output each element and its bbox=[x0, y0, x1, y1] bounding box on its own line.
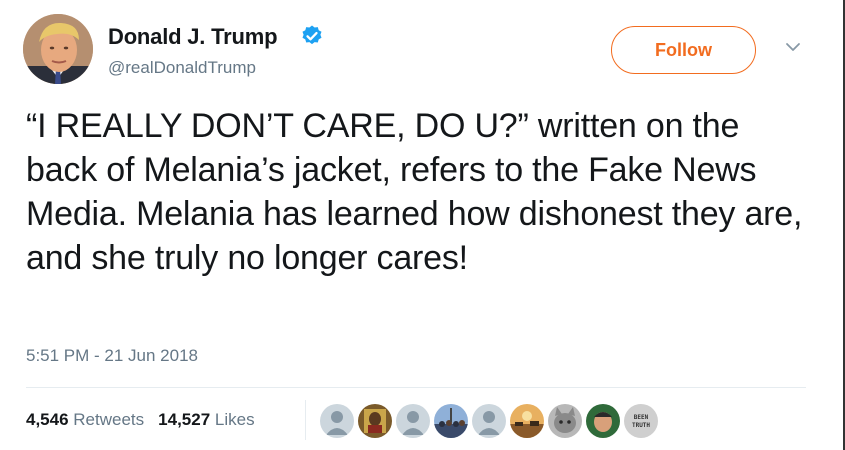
likes-label: Likes bbox=[214, 410, 255, 429]
default-avatar-icon bbox=[396, 404, 430, 438]
face-avatar-icon bbox=[586, 404, 620, 438]
follow-button[interactable]: Follow bbox=[611, 26, 756, 74]
author-display-name[interactable]: Donald J. Trump bbox=[108, 24, 278, 50]
liker-avatar[interactable] bbox=[546, 402, 584, 440]
verified-badge-icon bbox=[302, 25, 322, 45]
likes-stat[interactable]: 14,527 Likes bbox=[158, 410, 254, 429]
liker-avatar[interactable] bbox=[584, 402, 622, 440]
default-avatar-icon bbox=[472, 404, 506, 438]
stats-divider bbox=[26, 387, 806, 388]
text-avatar-line-1: BEEN bbox=[634, 414, 649, 421]
liker-avatar[interactable] bbox=[508, 402, 546, 440]
liker-avatar[interactable] bbox=[432, 402, 470, 440]
liker-avatar[interactable] bbox=[394, 402, 432, 440]
retweets-label: Retweets bbox=[73, 410, 145, 429]
chevron-down-icon[interactable] bbox=[784, 40, 802, 54]
liker-avatar[interactable]: BEEN TRUTH bbox=[622, 402, 660, 440]
tweet-timestamp[interactable]: 5:51 PM - 21 Jun 2018 bbox=[26, 346, 198, 366]
retweets-stat[interactable]: 4,546 Retweets bbox=[26, 410, 144, 429]
portrait-avatar-icon bbox=[358, 404, 392, 438]
tweet-card: Donald J. Trump @realDonaldTrump Follow … bbox=[0, 0, 845, 450]
text-avatar-icon: BEEN TRUTH bbox=[624, 404, 658, 438]
profile-avatar[interactable] bbox=[23, 14, 93, 84]
author-handle[interactable]: @realDonaldTrump bbox=[108, 58, 256, 78]
tweet-stats: 4,546 Retweets 14,527 Likes bbox=[26, 410, 255, 430]
tweet-text: “I REALLY DON’T CARE, DO U?” written on … bbox=[26, 107, 803, 277]
profile-photo-icon bbox=[23, 14, 93, 84]
likes-count: 14,527 bbox=[158, 410, 211, 429]
crowd-avatar-icon bbox=[434, 404, 468, 438]
default-avatar-icon bbox=[320, 404, 354, 438]
stats-vertical-divider bbox=[305, 400, 306, 440]
liker-avatar[interactable] bbox=[470, 402, 508, 440]
retweets-count: 4,546 bbox=[26, 410, 69, 429]
landscape-avatar-icon bbox=[510, 404, 544, 438]
cat-avatar-icon bbox=[548, 404, 582, 438]
text-avatar-line-2: TRUTH bbox=[632, 422, 650, 429]
liker-avatar[interactable] bbox=[318, 402, 356, 440]
liker-avatar[interactable] bbox=[356, 402, 394, 440]
